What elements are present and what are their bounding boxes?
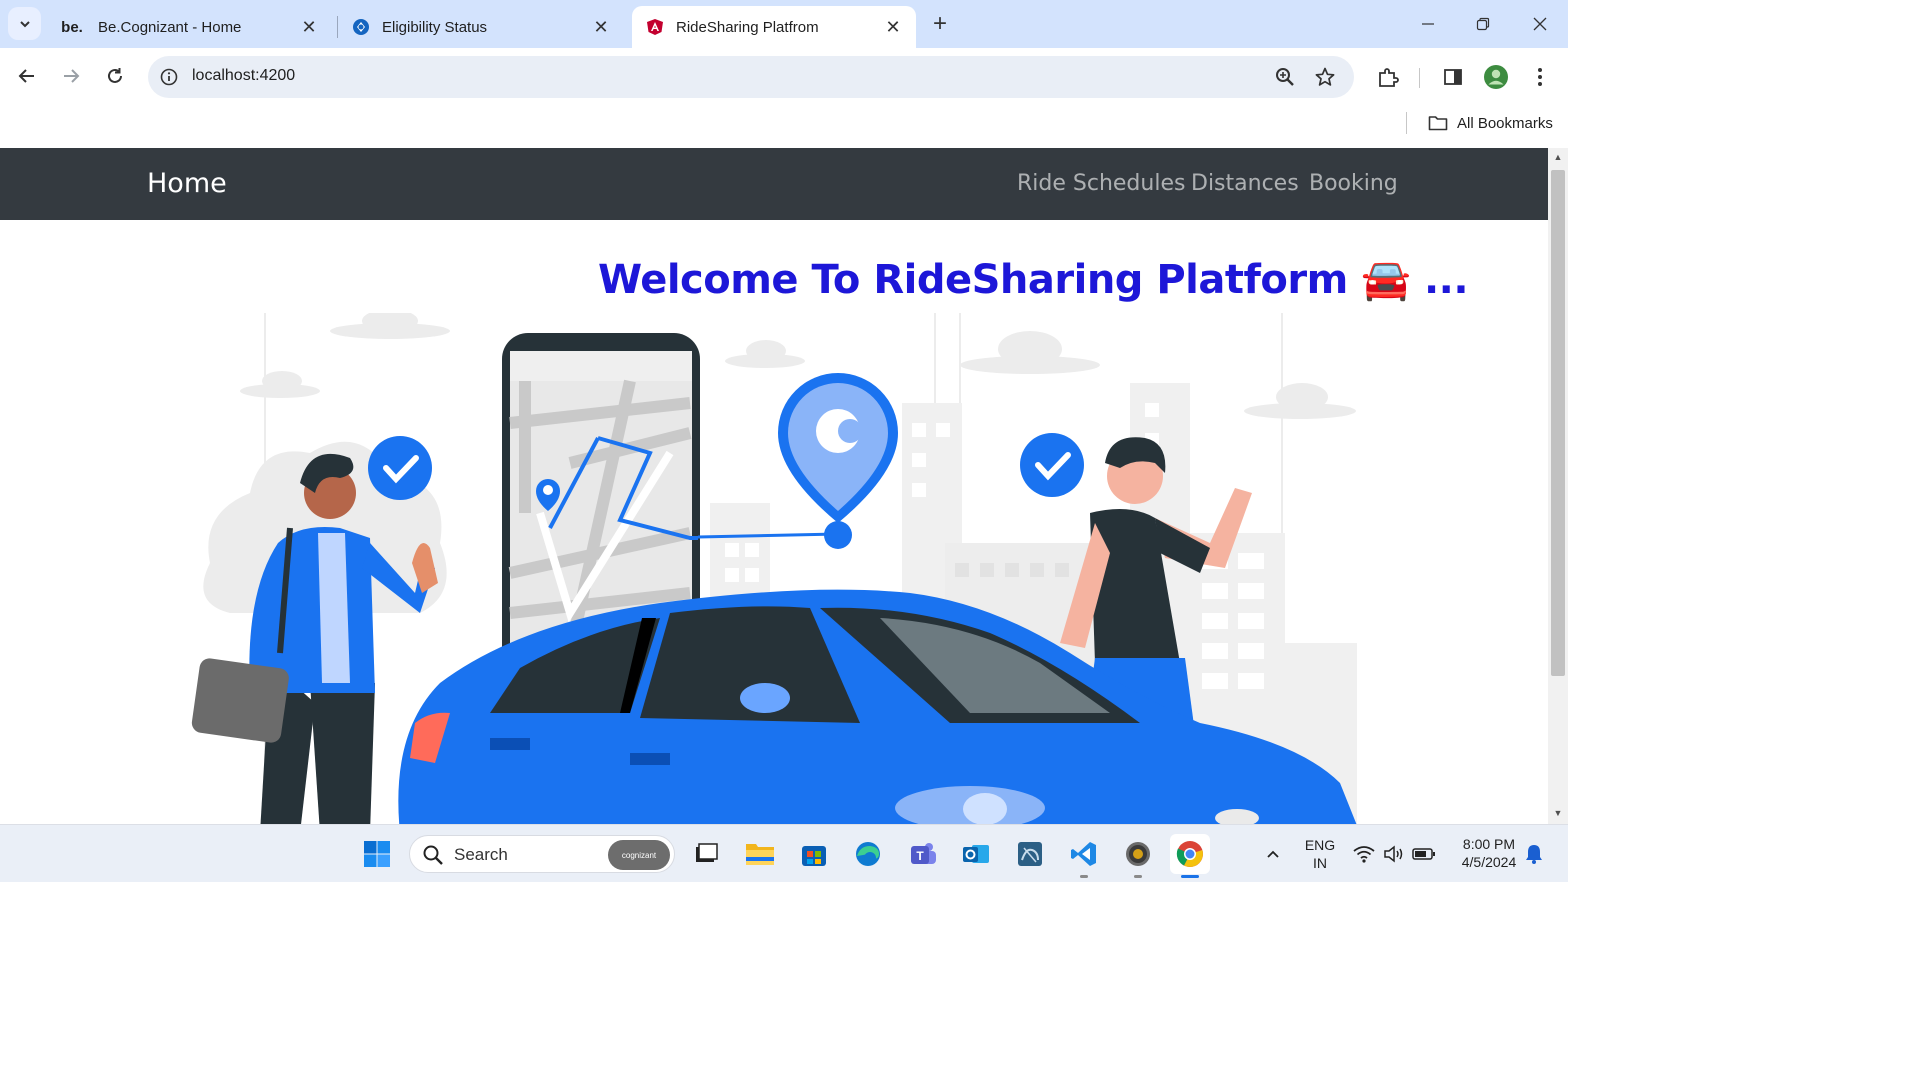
address-bar[interactable]: localhost:4200 — [148, 56, 1354, 98]
running-indicator — [1134, 875, 1142, 878]
page-viewport: Home Ride Schedules Distances Booking We… — [0, 148, 1548, 824]
windows-taskbar: Search cognizant T ENG IN 8:00 PM 4/5/20… — [0, 824, 1568, 882]
vscode-icon[interactable] — [1064, 834, 1104, 874]
all-bookmarks-label: All Bookmarks — [1457, 114, 1553, 132]
language-code: ENG — [1304, 837, 1336, 853]
scrollbar-thumb[interactable] — [1551, 170, 1565, 676]
side-panel-icon[interactable] — [1440, 64, 1466, 90]
page-scrollbar[interactable]: ▲ ▼ — [1548, 148, 1568, 824]
check-badge-left — [368, 436, 432, 500]
back-button[interactable] — [12, 61, 42, 91]
chevron-down-icon — [19, 20, 30, 27]
welcome-heading: Welcome To RideSharing Platform 🚘 ... — [598, 257, 1469, 303]
eligibility-favicon — [352, 18, 370, 36]
reload-icon — [108, 68, 122, 83]
new-tab-button[interactable]: + — [926, 10, 954, 38]
menu-kebab-icon[interactable] — [1527, 64, 1553, 90]
bookmark-star-icon[interactable] — [1314, 66, 1336, 88]
extensions-icon[interactable] — [1375, 64, 1401, 90]
file-explorer-icon[interactable] — [740, 834, 780, 874]
task-view-icon[interactable] — [686, 834, 726, 874]
bookmarks-bar: All Bookmarks — [0, 106, 1568, 148]
notification-bell-icon[interactable] — [1520, 834, 1548, 874]
mysql-workbench-icon[interactable] — [1010, 834, 1050, 874]
search-icon — [423, 845, 443, 865]
check-badge-right — [1020, 433, 1084, 497]
browser-toolbar: localhost:4200 — [0, 48, 1568, 106]
app-icon[interactable] — [1118, 834, 1158, 874]
scroll-up-arrow-icon[interactable]: ▲ — [1552, 152, 1564, 164]
site-info-icon[interactable] — [158, 66, 180, 88]
close-icon[interactable]: ✕ — [884, 17, 902, 37]
folder-icon — [1428, 116, 1448, 131]
close-window-button[interactable] — [1520, 8, 1560, 40]
close-icon[interactable]: ✕ — [592, 17, 610, 37]
svg-text:T: T — [916, 849, 924, 863]
scroll-down-arrow-icon[interactable]: ▼ — [1552, 808, 1564, 820]
tab-ridesharing[interactable]: RideSharing Platfrom ✕ — [632, 6, 916, 48]
minimize-icon — [1422, 23, 1434, 25]
windows-start-icon[interactable] — [357, 834, 397, 874]
tab-title: Be.Cognizant - Home — [98, 18, 242, 36]
language-region: IN — [1313, 855, 1327, 871]
arrow-left-icon — [18, 69, 34, 83]
nav-link-ride-schedules[interactable]: Ride Schedules — [1017, 171, 1185, 196]
language-indicator[interactable]: ENG IN — [1300, 836, 1340, 872]
teams-icon[interactable]: T — [902, 834, 942, 874]
arrow-right-icon — [64, 69, 80, 83]
profile-avatar[interactable] — [1483, 64, 1509, 90]
tab-strip: be. Be.Cognizant - Home ✕ Eligibility St… — [0, 0, 1568, 48]
be-favicon: be. — [61, 18, 83, 36]
minimize-button[interactable] — [1408, 8, 1448, 40]
toolbar-divider — [1419, 68, 1420, 88]
active-app-indicator — [1181, 875, 1199, 878]
reload-button[interactable] — [100, 61, 130, 91]
search-label: Search — [454, 845, 508, 864]
bookmarks-divider — [1406, 112, 1407, 134]
all-bookmarks-button[interactable]: All Bookmarks — [1428, 112, 1553, 134]
cognizant-search-badge: cognizant — [608, 840, 670, 870]
close-icon[interactable]: ✕ — [300, 17, 318, 37]
tab-title: RideSharing Platfrom — [676, 18, 819, 36]
app-navbar: Home Ride Schedules Distances Booking — [0, 148, 1548, 220]
ridesharing-hero-illustration — [191, 313, 1357, 824]
outlook-icon[interactable] — [956, 834, 996, 874]
url-text[interactable]: localhost:4200 — [192, 67, 295, 85]
running-indicator — [1080, 875, 1088, 878]
tab-title: Eligibility Status — [382, 18, 488, 36]
angular-favicon — [646, 18, 664, 36]
clock[interactable]: 8:00 PM 4/5/2024 — [1450, 835, 1528, 871]
edge-icon[interactable] — [848, 834, 888, 874]
chevron-up-icon[interactable] — [1253, 834, 1293, 874]
battery-icon[interactable] — [1406, 834, 1442, 874]
restore-icon — [1476, 17, 1490, 31]
clock-date: 4/5/2024 — [1461, 854, 1517, 870]
chrome-icon[interactable] — [1170, 834, 1210, 874]
tab-eligibility-status[interactable]: Eligibility Status ✕ — [338, 6, 624, 48]
clock-time: 8:00 PM — [1462, 836, 1516, 852]
microsoft-store-icon[interactable] — [794, 834, 834, 874]
close-icon — [1533, 17, 1547, 31]
zoom-icon[interactable] — [1274, 66, 1296, 88]
forward-button[interactable] — [56, 61, 86, 91]
restore-button[interactable] — [1463, 8, 1503, 40]
tab-search-button[interactable] — [8, 7, 41, 40]
navbar-brand-home[interactable]: Home — [147, 168, 227, 199]
nav-link-distances[interactable]: Distances — [1191, 171, 1299, 196]
nav-link-booking[interactable]: Booking — [1309, 171, 1398, 196]
tab-be-cognizant[interactable]: be. Be.Cognizant - Home ✕ — [44, 6, 332, 48]
taskbar-search-box[interactable]: Search cognizant — [409, 835, 675, 873]
